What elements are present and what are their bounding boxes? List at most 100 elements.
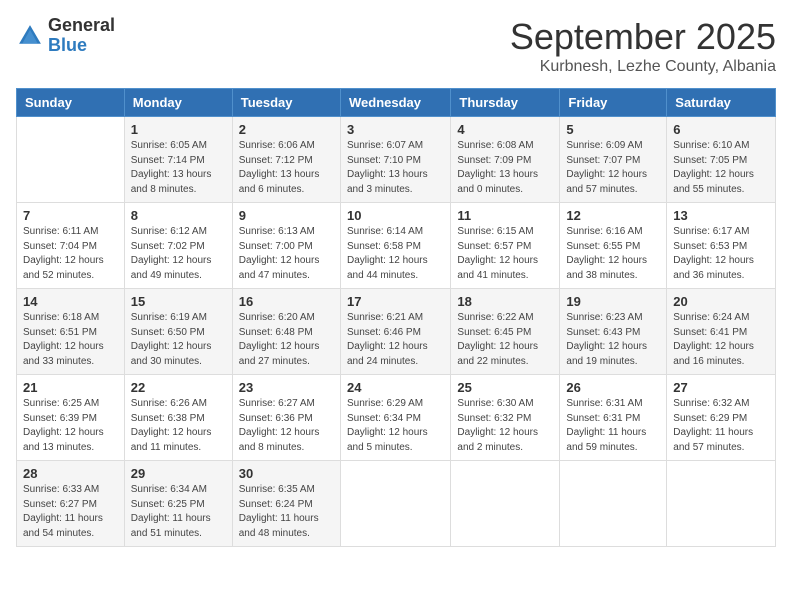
day-info: Sunrise: 6:08 AM Sunset: 7:09 PM Dayligh…	[457, 139, 553, 197]
day-number: 3	[347, 122, 444, 137]
calendar-cell: 25 Sunrise: 6:30 AM Sunset: 6:32 PM Dayli…	[451, 375, 560, 461]
day-info: Sunrise: 6:18 AM Sunset: 6:51 PM Dayligh…	[23, 311, 118, 369]
day-number: 25	[457, 380, 553, 395]
day-number: 6	[673, 122, 769, 137]
calendar-cell: 19 Sunrise: 6:23 AM Sunset: 6:43 PM Dayli…	[560, 289, 667, 375]
day-number: 7	[23, 208, 118, 223]
column-header-monday: Monday	[124, 89, 232, 117]
day-info: Sunrise: 6:22 AM Sunset: 6:45 PM Dayligh…	[457, 311, 553, 369]
day-info: Sunrise: 6:29 AM Sunset: 6:34 PM Dayligh…	[347, 397, 444, 455]
calendar-cell: 15Sunrise: 6:19 AM Sunset: 6:50 PM Dayli…	[124, 289, 232, 375]
calendar-cell: 24Sunrise: 6:29 AM Sunset: 6:34 PM Dayli…	[340, 375, 450, 461]
calendar-cell: 7 Sunrise: 6:11 AM Sunset: 7:04 PM Daylig…	[17, 203, 125, 289]
day-number: 22	[131, 380, 226, 395]
column-header-wednesday: Wednesday	[340, 89, 450, 117]
day-number: 9	[239, 208, 334, 223]
day-number: 20	[673, 294, 769, 309]
calendar-cell: 10 Sunrise: 6:14 AM Sunset: 6:58 PM Dayli…	[340, 203, 450, 289]
calendar-cell: 27 Sunrise: 6:32 AM Sunset: 6:29 PM Dayli…	[667, 375, 776, 461]
calendar-cell: 26Sunrise: 6:31 AM Sunset: 6:31 PM Dayli…	[560, 375, 667, 461]
calendar-cell: 20 Sunrise: 6:24 AM Sunset: 6:41 PM Dayli…	[667, 289, 776, 375]
day-info: Sunrise: 6:25 AM Sunset: 6:39 PM Dayligh…	[23, 397, 118, 455]
calendar-cell: 13 Sunrise: 6:17 AM Sunset: 6:53 PM Dayli…	[667, 203, 776, 289]
day-number: 19	[566, 294, 660, 309]
day-number: 28	[23, 466, 118, 481]
day-info: Sunrise: 6:14 AM Sunset: 6:58 PM Dayligh…	[347, 225, 444, 283]
calendar-cell: 22 Sunrise: 6:26 AM Sunset: 6:38 PM Dayli…	[124, 375, 232, 461]
calendar-cell: 2 Sunrise: 6:06 AM Sunset: 7:12 PM Daylig…	[232, 117, 340, 203]
calendar-cell	[451, 461, 560, 547]
calendar-cell: 18 Sunrise: 6:22 AM Sunset: 6:45 PM Dayli…	[451, 289, 560, 375]
day-number: 18	[457, 294, 553, 309]
calendar-cell: 5 Sunrise: 6:09 AM Sunset: 7:07 PM Daylig…	[560, 117, 667, 203]
day-number: 5	[566, 122, 660, 137]
title-block: September 2025 Kurbnesh, Lezhe County, A…	[510, 16, 776, 76]
day-info: Sunrise: 6:16 AM Sunset: 6:55 PM Dayligh…	[566, 225, 660, 283]
calendar-cell: 29 Sunrise: 6:34 AM Sunset: 6:25 PM Dayli…	[124, 461, 232, 547]
calendar-week-row: 1 Sunrise: 6:05 AM Sunset: 7:14 PM Daylig…	[17, 117, 776, 203]
day-number: 14	[23, 294, 118, 309]
calendar-cell: 1 Sunrise: 6:05 AM Sunset: 7:14 PM Daylig…	[124, 117, 232, 203]
day-number: 26	[566, 380, 660, 395]
day-number: 1	[131, 122, 226, 137]
day-info: Sunrise: 6:10 AM Sunset: 7:05 PM Dayligh…	[673, 139, 769, 197]
calendar-cell: 8Sunrise: 6:12 AM Sunset: 7:02 PM Daylig…	[124, 203, 232, 289]
logo-blue-text: Blue	[48, 36, 115, 56]
calendar-cell	[667, 461, 776, 547]
day-info: Sunrise: 6:35 AM Sunset: 6:24 PM Dayligh…	[239, 483, 334, 541]
day-info: Sunrise: 6:09 AM Sunset: 7:07 PM Dayligh…	[566, 139, 660, 197]
day-number: 17	[347, 294, 444, 309]
day-info: Sunrise: 6:34 AM Sunset: 6:25 PM Dayligh…	[131, 483, 226, 541]
calendar-week-row: 14 Sunrise: 6:18 AM Sunset: 6:51 PM Dayli…	[17, 289, 776, 375]
day-info: Sunrise: 6:06 AM Sunset: 7:12 PM Dayligh…	[239, 139, 334, 197]
location-title: Kurbnesh, Lezhe County, Albania	[510, 58, 776, 76]
day-info: Sunrise: 6:15 AM Sunset: 6:57 PM Dayligh…	[457, 225, 553, 283]
day-number: 2	[239, 122, 334, 137]
day-number: 13	[673, 208, 769, 223]
calendar-week-row: 7 Sunrise: 6:11 AM Sunset: 7:04 PM Daylig…	[17, 203, 776, 289]
calendar-cell: 6 Sunrise: 6:10 AM Sunset: 7:05 PM Daylig…	[667, 117, 776, 203]
logo-icon	[16, 22, 44, 50]
day-info: Sunrise: 6:07 AM Sunset: 7:10 PM Dayligh…	[347, 139, 444, 197]
day-number: 23	[239, 380, 334, 395]
day-number: 15	[131, 294, 226, 309]
day-info: Sunrise: 6:23 AM Sunset: 6:43 PM Dayligh…	[566, 311, 660, 369]
day-info: Sunrise: 6:20 AM Sunset: 6:48 PM Dayligh…	[239, 311, 334, 369]
calendar-cell: 30 Sunrise: 6:35 AM Sunset: 6:24 PM Dayli…	[232, 461, 340, 547]
calendar-cell: 17Sunrise: 6:21 AM Sunset: 6:46 PM Dayli…	[340, 289, 450, 375]
day-info: Sunrise: 6:26 AM Sunset: 6:38 PM Dayligh…	[131, 397, 226, 455]
calendar-cell	[560, 461, 667, 547]
day-info: Sunrise: 6:30 AM Sunset: 6:32 PM Dayligh…	[457, 397, 553, 455]
day-number: 27	[673, 380, 769, 395]
day-info: Sunrise: 6:27 AM Sunset: 6:36 PM Dayligh…	[239, 397, 334, 455]
day-info: Sunrise: 6:32 AM Sunset: 6:29 PM Dayligh…	[673, 397, 769, 455]
day-info: Sunrise: 6:24 AM Sunset: 6:41 PM Dayligh…	[673, 311, 769, 369]
calendar-cell: 23 Sunrise: 6:27 AM Sunset: 6:36 PM Dayli…	[232, 375, 340, 461]
calendar-week-row: 21 Sunrise: 6:25 AM Sunset: 6:39 PM Dayli…	[17, 375, 776, 461]
calendar-cell	[340, 461, 450, 547]
logo-text: General Blue	[48, 16, 115, 56]
column-header-thursday: Thursday	[451, 89, 560, 117]
day-number: 30	[239, 466, 334, 481]
day-number: 11	[457, 208, 553, 223]
calendar-cell: 4Sunrise: 6:08 AM Sunset: 7:09 PM Daylig…	[451, 117, 560, 203]
calendar-cell: 12Sunrise: 6:16 AM Sunset: 6:55 PM Dayli…	[560, 203, 667, 289]
day-info: Sunrise: 6:11 AM Sunset: 7:04 PM Dayligh…	[23, 225, 118, 283]
calendar-week-row: 28Sunrise: 6:33 AM Sunset: 6:27 PM Dayli…	[17, 461, 776, 547]
day-number: 21	[23, 380, 118, 395]
logo: General Blue	[16, 16, 115, 56]
calendar-cell: 21 Sunrise: 6:25 AM Sunset: 6:39 PM Dayli…	[17, 375, 125, 461]
day-info: Sunrise: 6:05 AM Sunset: 7:14 PM Dayligh…	[131, 139, 226, 197]
calendar-cell: 28Sunrise: 6:33 AM Sunset: 6:27 PM Dayli…	[17, 461, 125, 547]
day-info: Sunrise: 6:17 AM Sunset: 6:53 PM Dayligh…	[673, 225, 769, 283]
calendar-cell: 9 Sunrise: 6:13 AM Sunset: 7:00 PM Daylig…	[232, 203, 340, 289]
day-number: 29	[131, 466, 226, 481]
logo-general-text: General	[48, 16, 115, 36]
calendar-cell: 3 Sunrise: 6:07 AM Sunset: 7:10 PM Daylig…	[340, 117, 450, 203]
day-info: Sunrise: 6:13 AM Sunset: 7:00 PM Dayligh…	[239, 225, 334, 283]
day-number: 16	[239, 294, 334, 309]
page-header: General Blue September 2025 Kurbnesh, Le…	[16, 16, 776, 76]
day-number: 10	[347, 208, 444, 223]
calendar-cell: 16 Sunrise: 6:20 AM Sunset: 6:48 PM Dayli…	[232, 289, 340, 375]
calendar-cell: 11 Sunrise: 6:15 AM Sunset: 6:57 PM Dayli…	[451, 203, 560, 289]
